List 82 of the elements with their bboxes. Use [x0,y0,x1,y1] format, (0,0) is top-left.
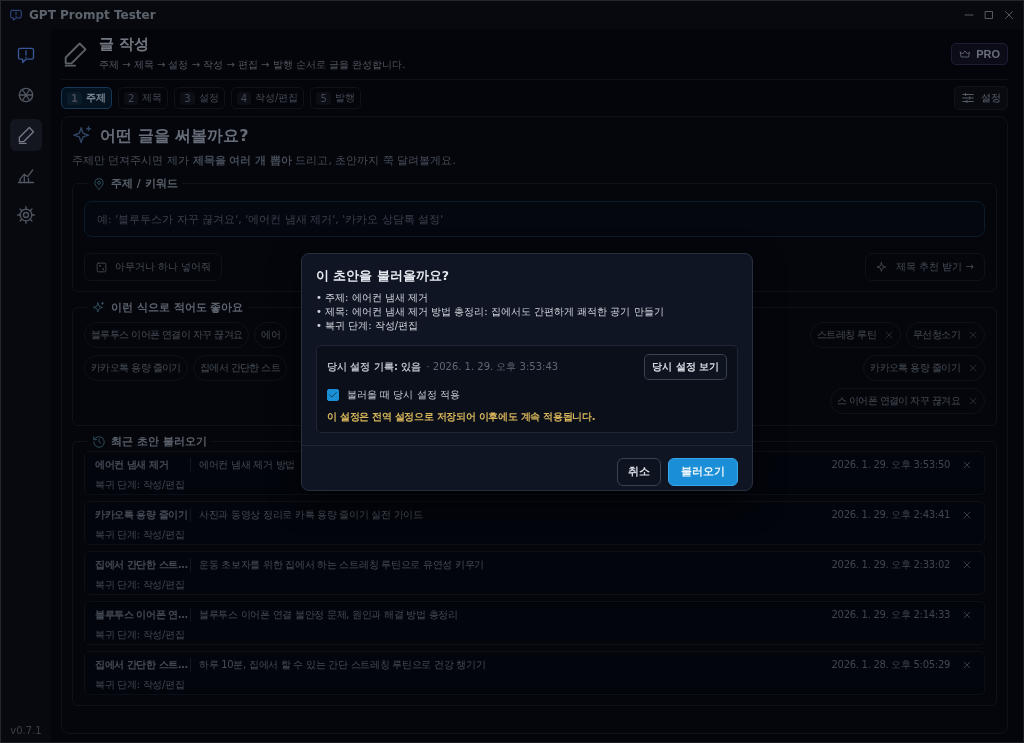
step-label: 주제 [85,91,106,105]
draft-time: 2026. 1. 29. 오후 2:33:02 [831,558,950,572]
settings-icon [16,205,36,225]
intro-text: 주제만 던져주시면 제가 제목을 여러 개 뽑아 드리고, 초안까지 쭉 달려볼게요. [72,153,457,168]
example-chip[interactable]: 카카오톡 용량 줄이기 [863,355,985,381]
draft-title: 하루 10분, 집에서 할 수 있는 간단 스트레칭 루틴으로 건강 챙기기 [199,658,486,672]
checkbox[interactable] [327,389,339,401]
close-icon [962,610,972,620]
check-icon [328,390,338,400]
draft-topic: 집에서 간단한 스트… [95,658,191,672]
sliders-icon [961,91,975,105]
close-icon [962,560,972,570]
cancel-button[interactable]: 취소 [617,458,661,486]
page-title: 글 작성 [99,35,151,54]
dialog-title: 이 초안을 불러올까요? [316,268,450,285]
section-heading: 어떤 글을 써볼까요? [100,125,249,147]
step-tab[interactable]: 4 작성/편집 [230,87,305,109]
summary-line: • 제목: 에어컨 냄새 제거 방법 총정리: 집에서도 간편하게 쾌적한 공기 만들기 [316,305,665,319]
step-tab[interactable]: 5 발행 [310,87,361,109]
record-label: 당시 설정 기록: 있음 [327,360,422,374]
close-icon [968,330,978,340]
draft-time: 2026. 1. 29. 오후 2:14:33 [831,608,950,622]
pro-button[interactable]: PRO [951,42,1008,65]
example-chip[interactable]: 집에서 간단한 스트 [192,355,288,381]
step-number: 3 [180,91,195,105]
load-button[interactable]: 불러오기 [668,458,738,486]
example-chip[interactable]: 스트레칭 루틴 [810,322,901,348]
step-tab[interactable]: 1 주제 [61,87,112,109]
draft-topic: 에어컨 냄새 제거 [95,458,191,472]
example-chip[interactable]: 블루투스 이어폰 연결이 자꾸 끊겨요 [84,322,250,348]
view-settings-button[interactable]: 당시 설정 보기 [644,354,727,380]
draft-time: 2026. 1. 29. 오후 3:53:50 [831,458,950,472]
draft-topic: 카카오톡 용량 줄이기 [95,508,191,522]
draft-title: 에어컨 냄새 제거 방법 [199,458,295,472]
example-chip[interactable]: 무선청소기 [906,322,985,348]
chat-bubble-icon [16,45,36,65]
chat-bubble-icon [9,8,23,22]
history-icon [92,434,106,449]
pin-icon [92,176,106,191]
close-icon [962,510,972,520]
step-number: 4 [236,91,252,105]
step-number: 5 [316,91,331,105]
draft-title: 블루투스 이어폰 연결 불안정 문제, 원인과 해결 방법 총정리 [199,608,458,622]
close-icon [968,396,978,406]
section-label: 최근 초안 불러오기 [111,434,207,449]
random-button[interactable]: 아무거나 하나 넣어줘 [84,253,223,281]
sidebar-item[interactable] [10,119,42,151]
summary-line: • 복귀 단계: 작성/편집 [316,319,420,333]
settings-button[interactable]: 설정 [954,86,1008,110]
draft-topic: 집에서 간단한 스트… [95,558,191,572]
maximize-icon [983,9,995,21]
warning-text: 이 설정은 전역 설정으로 저장되어 이후에도 계속 적용됩니다. [327,410,597,424]
version-label: v0.7.1 [10,725,42,738]
draft-time: 2026. 1. 28. 오후 5:05:29 [831,658,950,672]
example-chip[interactable]: 에어 [254,322,288,348]
example-chip[interactable]: 카카오톡 용량 줄이기 [84,355,188,381]
step-label: 작성/편집 [255,91,299,105]
section-label: 이런 식으로 적어도 좋아요 [111,300,244,315]
step-tab[interactable]: 2 제목 [117,87,169,109]
page-subtitle: 주제 → 제목 → 설정 → 작성 → 편집 → 발행 순서로 글을 완성합니다. [99,58,406,72]
step-label: 발행 [334,91,355,105]
close-icon [968,363,978,373]
dice-icon [95,260,108,274]
close-icon [962,460,972,470]
pen-icon [16,125,36,145]
close-icon [1003,9,1015,21]
step-number: 2 [123,91,139,105]
suggest-titles-button[interactable]: 제목 추천 받기 → [865,253,985,281]
sparkle-icon [92,300,106,315]
record-time: · 2026. 1. 29. 오후 3:53:43 [426,360,559,374]
checkbox-label: 불러올 때 당시 설정 적용 [347,388,460,402]
window-title: GPT Prompt Tester [29,8,156,22]
step-tab[interactable]: 3 설정 [174,87,225,109]
step-label: 제목 [142,91,163,105]
summary-line: • 주제: 에어컨 냄새 제거 [316,291,429,305]
draft-topic: 블루투스 이어폰 연… [95,608,191,622]
section-label: 주제 / 키워드 [111,176,178,191]
close-icon [884,330,894,340]
draft-time: 2026. 1. 29. 오후 2:43:41 [831,508,950,522]
step-number: 1 [67,91,82,105]
step-label: 설정 [198,91,219,105]
close-icon [962,660,972,670]
